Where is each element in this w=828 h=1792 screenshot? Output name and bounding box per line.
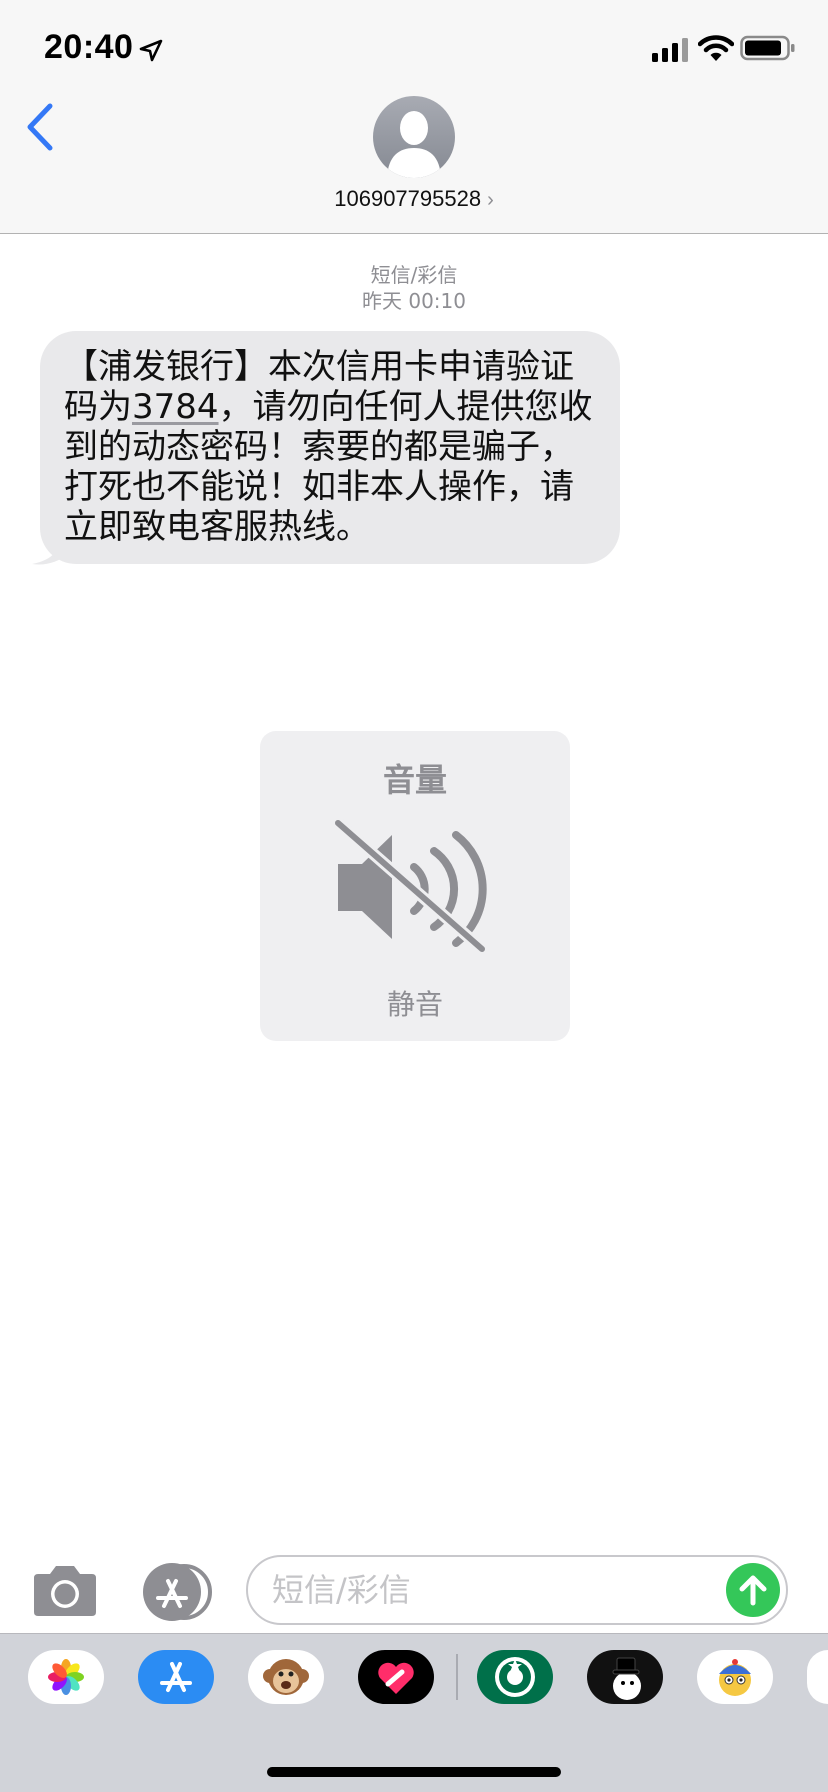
cartoon-sticker-app-button[interactable]	[697, 1650, 773, 1704]
digital-touch-icon	[378, 1662, 414, 1694]
starbucks-app-button[interactable]	[477, 1650, 553, 1704]
contact-info-button[interactable]: 106907795528 ›	[0, 186, 828, 212]
back-button[interactable]	[20, 100, 60, 154]
app-store-app-button[interactable]	[138, 1650, 214, 1704]
app-store-icon	[160, 1662, 192, 1692]
starbucks-icon	[495, 1657, 535, 1697]
verification-code-link[interactable]: 3784	[132, 387, 219, 427]
digital-touch-app-button[interactable]	[358, 1650, 434, 1704]
photos-icon	[48, 1659, 84, 1695]
volume-hud: 音量 静音	[260, 731, 570, 1041]
wifi-icon	[698, 35, 734, 61]
message-type-label: 短信/彩信	[370, 263, 458, 287]
message-input[interactable]	[246, 1555, 788, 1625]
volume-hud-title: 音量	[382, 761, 447, 799]
message-text: ，请勿向任何人提供您收	[218, 387, 593, 427]
animoji-monkey-icon	[263, 1659, 309, 1695]
message-line: 立即致电客服热线。	[64, 507, 370, 547]
location-arrow-icon	[139, 39, 163, 62]
app-store-icon	[143, 1563, 212, 1621]
contact-avatar[interactable]	[373, 96, 455, 178]
arrow-up-icon	[739, 1575, 767, 1606]
drawer-divider	[456, 1654, 458, 1700]
message-line: 码为3784，请勿向任何人提供您收	[64, 387, 598, 427]
chevron-right-icon: ›	[487, 189, 494, 211]
cartoon-sticker-icon	[719, 1659, 751, 1696]
contact-number: 106907795528	[334, 186, 482, 211]
apps-button[interactable]	[140, 1562, 214, 1622]
animoji-app-button[interactable]	[248, 1650, 324, 1704]
status-time: 20:40	[44, 28, 134, 66]
message-timestamp: 昨天 00:10	[362, 289, 466, 313]
cellular-signal-icon	[652, 38, 688, 62]
message-line: 【浦发银行】本次信用卡申请验证	[64, 347, 574, 387]
message-line: 打死也不能说！如非本人操作，请	[64, 467, 574, 507]
snowman-sticker-app-button[interactable]	[587, 1650, 663, 1704]
incoming-message-bubble[interactable]: 【浦发银行】本次信用卡申请验证 码为3784，请勿向任何人提供您收 到的动态密码…	[40, 331, 620, 564]
home-indicator[interactable]	[267, 1767, 561, 1777]
camera-icon	[34, 1566, 96, 1616]
photos-app-button[interactable]	[28, 1650, 104, 1704]
volume-hud-label: 静音	[386, 988, 443, 1021]
chevron-left-icon	[27, 103, 53, 151]
camera-button[interactable]	[30, 1564, 100, 1618]
send-button[interactable]	[726, 1563, 780, 1617]
message-line: 到的动态密码！索要的都是骗子，	[64, 427, 574, 467]
snowman-sticker-icon	[612, 1657, 641, 1700]
app-drawer	[0, 1633, 828, 1792]
person-silhouette-icon	[387, 111, 441, 178]
message-text: 码为	[64, 387, 132, 427]
speaker-muted-icon	[334, 819, 487, 954]
battery-icon	[740, 35, 795, 61]
more-apps-button[interactable]	[807, 1650, 828, 1704]
compose-bar	[0, 1536, 828, 1636]
conversation-header: 20:40 106907795528 ›	[0, 0, 828, 234]
